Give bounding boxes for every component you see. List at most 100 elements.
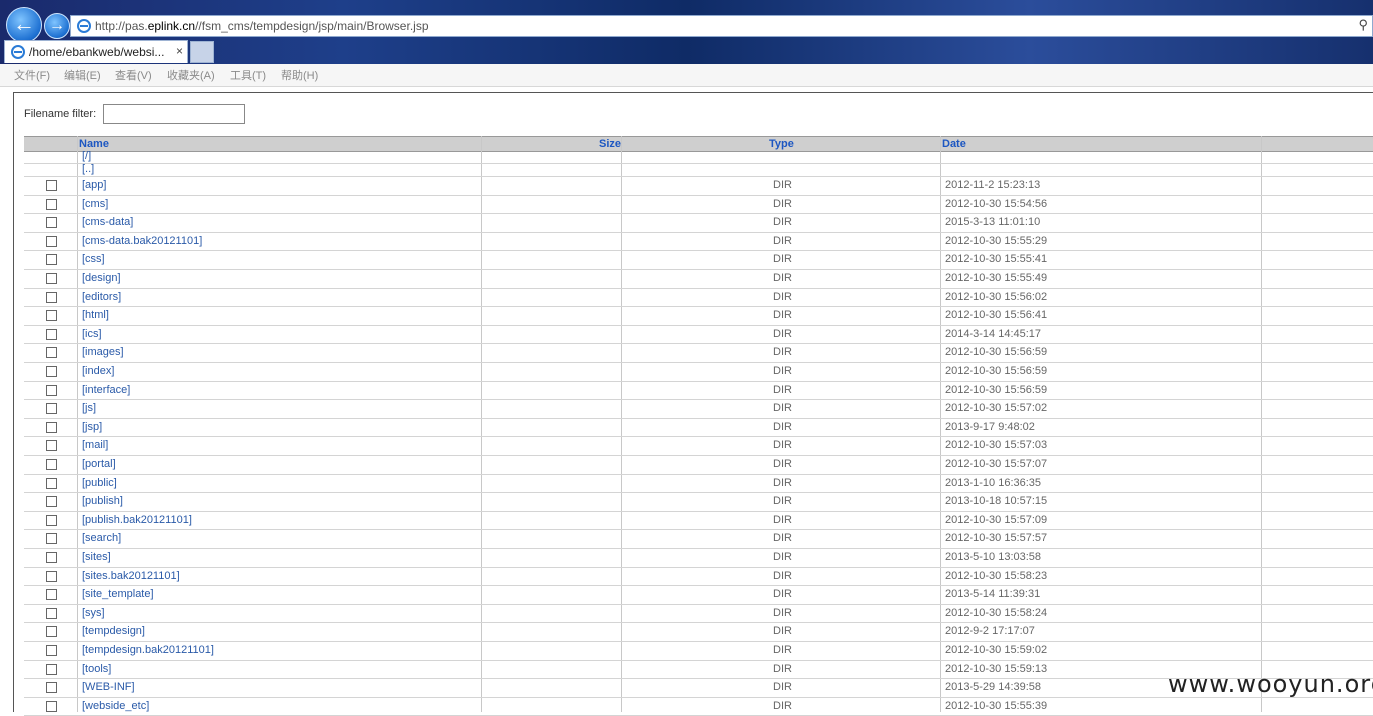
dir-type: DIR — [773, 588, 792, 601]
row-checkbox[interactable] — [46, 533, 57, 545]
dir-name-link[interactable]: [cms] — [82, 198, 108, 210]
parent-dir-link[interactable]: [..] — [82, 163, 94, 175]
dir-date: 2012-10-30 15:57:03 — [945, 439, 1048, 452]
row-checkbox[interactable] — [46, 366, 57, 377]
row-checkbox[interactable] — [46, 328, 57, 340]
address-url[interactable]: http://pas.eplink.cn//fsm_cms/tempdesign… — [95, 19, 429, 33]
menu-bar: 文件(F) 编辑(E) 查看(V) 收藏夹(A) 工具(T) 帮助(H) — [0, 64, 1373, 87]
dir-type: DIR — [773, 383, 792, 396]
dir-date: 2012-10-30 15:56:59 — [945, 346, 1048, 359]
dir-type: DIR — [773, 253, 792, 266]
dir-name-link[interactable]: [tools] — [82, 663, 111, 675]
dir-type: DIR — [773, 290, 792, 303]
dir-name-link[interactable]: [editors] — [82, 291, 121, 303]
menu-file[interactable]: 文件(F) — [14, 67, 50, 83]
dir-name-link[interactable]: [js] — [82, 402, 96, 414]
row-checkbox[interactable] — [46, 514, 57, 526]
row-checkbox[interactable] — [46, 310, 57, 322]
menu-help[interactable]: 帮助(H) — [281, 67, 318, 83]
dir-type: DIR — [773, 234, 792, 247]
table-row: [cms] DIR 2012-10-30 15:54:56 — [24, 196, 1373, 215]
table-row: [app] DIR 2012-11-2 15:23:13 — [24, 177, 1373, 196]
forward-arrow-icon[interactable]: → — [44, 13, 70, 39]
row-checkbox[interactable] — [46, 496, 57, 508]
row-checkbox[interactable] — [46, 217, 57, 229]
dir-name-link[interactable]: [jsp] — [82, 421, 102, 433]
dir-name-link[interactable]: [ics] — [82, 328, 102, 340]
menu-tools[interactable]: 工具(T) — [230, 67, 266, 83]
table-row: [tempdesign] DIR 2012-9-2 17:17:07 — [24, 623, 1373, 642]
column-date[interactable]: Date — [942, 137, 966, 151]
row-checkbox[interactable] — [46, 663, 57, 675]
row-checkbox[interactable] — [46, 421, 57, 433]
dir-name-link[interactable]: [cms-data.bak20121101] — [82, 235, 202, 247]
browser-tab[interactable]: /home/ebankweb/websi... × — [4, 40, 188, 63]
dir-date: 2013-10-18 10:57:15 — [945, 495, 1048, 508]
dir-name-link[interactable]: [html] — [82, 309, 109, 321]
row-checkbox[interactable] — [46, 347, 57, 359]
dir-name-link[interactable]: [sys] — [82, 607, 105, 619]
dir-name-link[interactable]: [app] — [82, 179, 106, 191]
dir-date: 2012-10-30 15:57:02 — [945, 402, 1048, 415]
dir-name-link[interactable]: [index] — [82, 365, 114, 377]
row-checkbox[interactable] — [46, 552, 57, 563]
table-row: [html] DIR 2012-10-30 15:56:41 — [24, 307, 1373, 326]
dir-name-link[interactable]: [publish] — [82, 495, 123, 507]
menu-view[interactable]: 查看(V) — [115, 67, 152, 83]
column-size[interactable]: Size — [599, 137, 621, 151]
row-checkbox[interactable] — [46, 254, 57, 266]
dir-name-link[interactable]: [tempdesign.bak20121101] — [82, 644, 214, 656]
row-checkbox[interactable] — [46, 180, 57, 191]
new-tab-button[interactable] — [190, 41, 214, 63]
row-checkbox[interactable] — [46, 645, 57, 656]
dir-date: 2012-10-30 15:55:49 — [945, 272, 1048, 284]
column-name[interactable]: Name — [79, 137, 109, 151]
ie-page-icon — [77, 19, 91, 33]
row-checkbox[interactable] — [46, 273, 57, 284]
row-checkbox[interactable] — [46, 384, 57, 396]
dir-name-link[interactable]: [cms-data] — [82, 216, 133, 228]
dir-name-link[interactable]: [images] — [82, 346, 124, 358]
root-dir-link[interactable]: [/] — [82, 150, 91, 162]
row-checkbox[interactable] — [46, 700, 57, 712]
dir-name-link[interactable]: [design] — [82, 272, 121, 284]
dir-type: DIR — [773, 420, 792, 433]
dir-name-link[interactable]: [search] — [82, 532, 121, 544]
dir-name-link[interactable]: [tempdesign] — [82, 625, 145, 637]
dir-name-link[interactable]: [site_template] — [82, 588, 154, 600]
close-icon[interactable]: × — [176, 44, 183, 58]
row-checkbox[interactable] — [46, 570, 57, 582]
row-checkbox[interactable] — [46, 235, 57, 247]
row-checkbox[interactable] — [46, 291, 57, 303]
filter-label: Filename filter: — [24, 108, 97, 120]
dir-name-link[interactable]: [publish.bak20121101] — [82, 514, 192, 526]
row-checkbox[interactable] — [46, 440, 57, 452]
back-arrow-icon[interactable]: ← — [6, 7, 42, 43]
row-checkbox[interactable] — [46, 682, 57, 694]
menu-favorites[interactable]: 收藏夹(A) — [167, 67, 215, 83]
menu-edit[interactable]: 编辑(E) — [64, 67, 101, 83]
dir-name-link[interactable]: [sites.bak20121101] — [82, 570, 180, 582]
row-checkbox[interactable] — [46, 626, 57, 638]
row-checkbox[interactable] — [46, 198, 57, 210]
table-row: [public] DIR 2013-1-10 16:36:35 — [24, 475, 1373, 494]
dir-name-link[interactable]: [public] — [82, 477, 117, 489]
address-bar[interactable]: http://pas.eplink.cn//fsm_cms/tempdesign… — [70, 15, 1373, 37]
row-checkbox[interactable] — [46, 607, 57, 619]
row-checkbox[interactable] — [46, 477, 57, 489]
column-type[interactable]: Type — [769, 137, 794, 151]
search-icon[interactable]: ⚲ — [1358, 17, 1368, 33]
row-checkbox[interactable] — [46, 589, 57, 601]
row-checkbox[interactable] — [46, 403, 57, 415]
dir-name-link[interactable]: [sites] — [82, 551, 111, 563]
dir-name-link[interactable]: [WEB-INF] — [82, 681, 135, 693]
dir-name-link[interactable]: [webside_etc] — [82, 700, 149, 712]
row-checkbox[interactable] — [46, 459, 57, 470]
dir-name-link[interactable]: [css] — [82, 253, 105, 265]
table-row: [sites.bak20121101] DIR 2012-10-30 15:58:2… — [24, 568, 1373, 587]
dir-name-link[interactable]: [mail] — [82, 439, 108, 451]
table-row: [index] DIR 2012-10-30 15:56:59 — [24, 363, 1373, 382]
dir-name-link[interactable]: [interface] — [82, 384, 130, 396]
dir-name-link[interactable]: [portal] — [82, 458, 116, 470]
filename-filter-input[interactable] — [103, 104, 245, 124]
